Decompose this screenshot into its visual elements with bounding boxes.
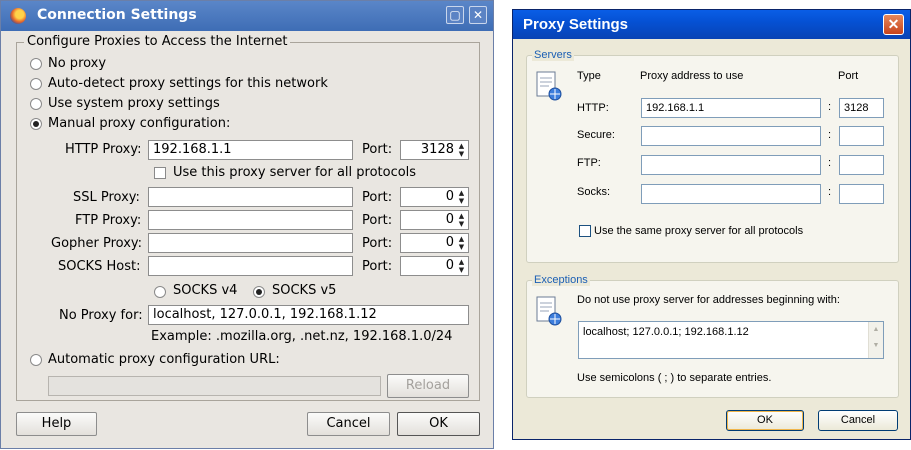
ftp-port-value: 0 [445,212,454,227]
gopher-port-spinner[interactable]: 0 ▲ ▼ [400,233,469,253]
http-port-input[interactable]: 3128 [839,98,884,118]
http-port-value: 3128 [420,142,454,157]
http-address-input[interactable]: 192.168.1.1 [641,98,821,118]
exceptions-label: Exceptions [532,274,590,286]
reload-button[interactable]: Reload [387,374,469,398]
secure-address-input[interactable] [641,126,821,146]
secure-port-input[interactable] [839,126,884,146]
exceptions-textarea[interactable]: localhost; 127.0.0.1; 192.168.1.12 ▲ ▼ [578,321,884,359]
ftp-port-spinner[interactable]: 0 ▲ ▼ [400,210,469,230]
ftp-type-label: FTP: [577,157,601,169]
col-address-header: Proxy address to use [640,70,744,82]
cancel-button[interactable]: Cancel [307,412,390,436]
manual-proxy-label: Manual proxy configuration: [48,116,231,131]
exceptions-hint: Use semicolons ( ; ) to separate entries… [577,372,772,384]
no-proxy-example: Example: .mozilla.org, .net.nz, 192.168.… [151,329,453,344]
http-type-label: HTTP: [577,102,609,114]
network-document-icon [536,296,562,326]
proxy-settings-window: Proxy Settings ✕ Servers Type Proxy addr… [512,9,911,440]
help-button[interactable]: Help [16,412,97,436]
gopher-port-label: Port: [362,236,393,251]
same-proxy-checkbox[interactable] [154,167,166,179]
system-proxy-label: Use system proxy settings [48,96,220,111]
http-proxy-input[interactable]: 192.168.1.1 [148,140,353,160]
col-port-header: Port [838,70,859,82]
secure-type-label: Secure: [577,129,615,141]
colon-separator: : [828,129,832,141]
exceptions-description: Do not use proxy server for addresses be… [577,294,840,306]
ssl-port-value: 0 [445,189,454,204]
socks-host-label: SOCKS Host: [58,259,141,274]
socks-port-spinner[interactable]: 0 ▲ ▼ [400,256,469,276]
socks-address-input[interactable] [641,184,821,204]
auto-detect-radio[interactable] [30,78,42,90]
ssl-proxy-label: SSL Proxy: [73,190,140,205]
socks-host-input[interactable] [148,256,353,276]
no-proxy-for-label: No Proxy for: [59,308,143,323]
col-type-header: Type [577,70,601,82]
auto-detect-label: Auto-detect proxy settings for this netw… [48,76,328,91]
system-proxy-radio[interactable] [30,98,42,110]
ok-button[interactable]: OK [726,410,804,431]
ftp-address-input[interactable] [641,155,821,175]
maximize-button[interactable]: ▢ [446,6,464,24]
spinner-arrows-icon[interactable]: ▲ ▼ [456,212,467,228]
auto-config-url-input[interactable] [48,376,381,396]
ftp-proxy-input[interactable] [148,210,353,230]
colon-separator: : [828,101,832,113]
servers-label: Servers [532,49,574,61]
socks-v4-label: SOCKS v4 [173,283,238,298]
same-proxy-label: Use the same proxy server for all protoc… [594,225,804,237]
no-proxy-for-input[interactable]: localhost, 127.0.0.1, 192.168.1.12 [148,305,469,325]
firefox-logo-icon [10,8,26,24]
colon-separator: : [828,186,832,198]
gopher-proxy-label: Gopher Proxy: [51,236,143,251]
title-bar: Proxy Settings ✕ [513,10,910,39]
no-proxy-radio[interactable] [30,58,42,70]
same-proxy-checkbox[interactable] [579,225,591,237]
close-button[interactable]: ✕ [883,14,904,35]
socks-v5-radio[interactable] [253,286,265,298]
spinner-arrows-icon[interactable]: ▲ ▼ [456,142,467,158]
gopher-proxy-input[interactable] [148,233,353,253]
socks-v5-label: SOCKS v5 [272,283,337,298]
network-document-icon [536,71,562,101]
window-title: Proxy Settings [523,16,629,33]
auto-config-radio[interactable] [30,354,42,366]
same-proxy-label: Use this proxy server for all protocols [173,165,417,180]
http-port-label: Port: [362,142,393,157]
ftp-port-label: Port: [362,213,393,228]
spinner-arrows-icon[interactable]: ▲ ▼ [456,235,467,251]
ssl-port-label: Port: [362,190,393,205]
window-title: Connection Settings [37,7,197,23]
socks-port-label: Port: [362,259,393,274]
no-proxy-label: No proxy [48,56,107,71]
ftp-port-input[interactable] [839,155,884,175]
exceptions-value: localhost; 127.0.0.1; 192.168.1.12 [583,326,749,338]
http-proxy-label: HTTP Proxy: [65,142,142,157]
http-port-spinner[interactable]: 3128 ▲ ▼ [400,140,469,160]
close-button[interactable]: ✕ [469,6,487,24]
socks-port-value: 0 [445,258,454,273]
ok-button[interactable]: OK [397,412,480,436]
socks-type-label: Socks: [577,186,611,198]
group-title: Configure Proxies to Access the Internet [24,34,291,49]
auto-config-label: Automatic proxy configuration URL: [48,352,280,367]
title-bar: Connection Settings ▢ ✕ [1,1,493,31]
ssl-proxy-input[interactable] [148,187,353,207]
spinner-arrows-icon[interactable]: ▲ ▼ [456,189,467,205]
socks-port-input[interactable] [839,184,884,204]
ssl-port-spinner[interactable]: 0 ▲ ▼ [400,187,469,207]
gopher-port-value: 0 [445,235,454,250]
ftp-proxy-label: FTP Proxy: [75,213,142,228]
colon-separator: : [828,157,832,169]
cancel-button[interactable]: Cancel [818,410,898,431]
socks-v4-radio[interactable] [154,286,166,298]
manual-proxy-radio[interactable] [30,118,42,130]
connection-settings-window: Connection Settings ▢ ✕ Configure Proxie… [0,0,494,449]
textarea-scrollbar[interactable]: ▲ ▼ [868,322,883,358]
spinner-arrows-icon[interactable]: ▲ ▼ [456,258,467,274]
